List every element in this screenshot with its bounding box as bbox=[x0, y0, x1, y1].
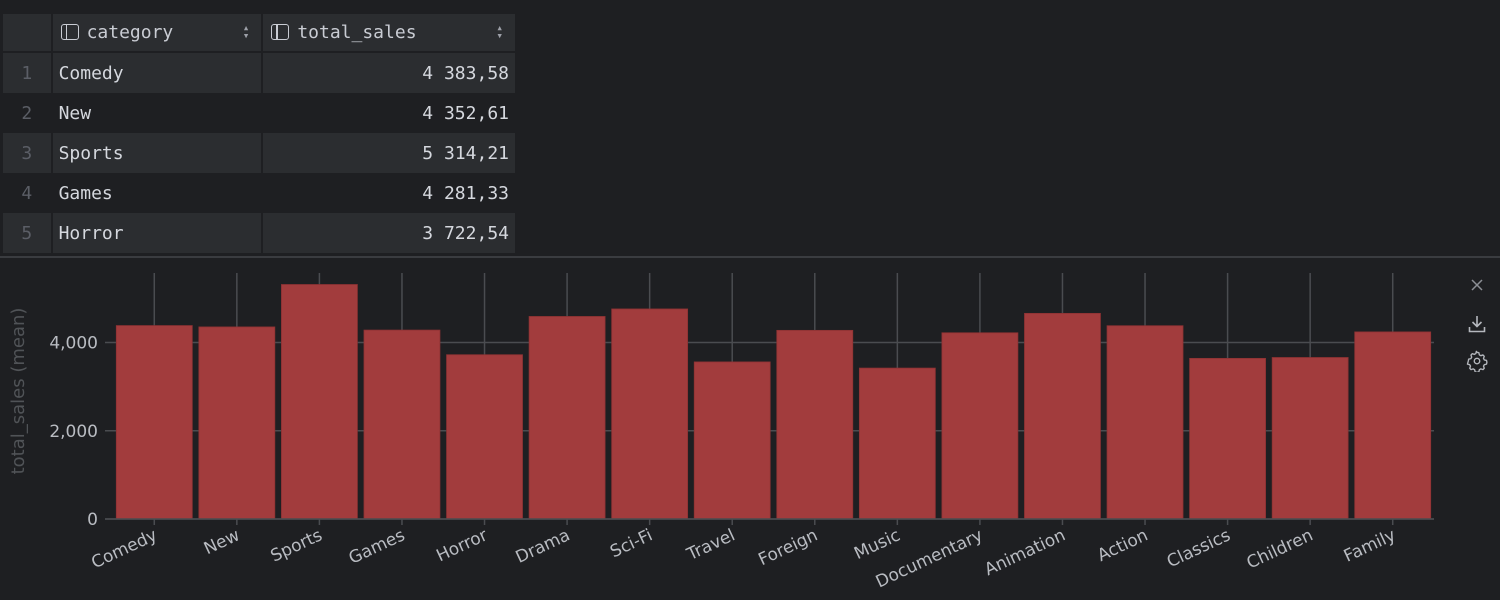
bar-comedy bbox=[115, 325, 193, 520]
column-header-category[interactable]: category ▴ ▾ bbox=[51, 14, 264, 53]
total-sales-cell[interactable]: 4 281,33 bbox=[262, 173, 517, 213]
category-cell[interactable]: Games bbox=[51, 173, 264, 213]
row-number-header bbox=[3, 14, 53, 53]
x-tick-label: Sci-Fi bbox=[607, 525, 656, 562]
column-icon bbox=[271, 24, 290, 40]
bar-music bbox=[858, 367, 936, 520]
column-icon bbox=[60, 24, 79, 40]
table-row[interactable]: 1 Comedy 4 383,58 bbox=[3, 52, 517, 93]
x-tick-label: Comedy bbox=[88, 525, 160, 573]
column-header-label: total_sales bbox=[297, 22, 417, 43]
table-row[interactable]: 3 Sports 5 314,21 bbox=[3, 133, 517, 173]
gear-icon[interactable] bbox=[1462, 346, 1492, 382]
category-cell[interactable]: Horror bbox=[51, 213, 264, 253]
x-tick-label: Foreign bbox=[755, 525, 820, 570]
bar-foreign bbox=[776, 329, 854, 520]
bar-action bbox=[1106, 325, 1184, 520]
x-tick-label: Animation bbox=[982, 525, 1069, 580]
table-header-row: category ▴ ▾ total_sales ▴ ▾ bbox=[3, 14, 517, 53]
table-row[interactable]: 4 Games 4 281,33 bbox=[3, 173, 517, 213]
y-tick-label: 0 bbox=[87, 510, 98, 530]
x-tick-label: Sports bbox=[268, 525, 326, 566]
column-header-label: category bbox=[86, 22, 174, 43]
total-sales-cell[interactable]: 4 383,58 bbox=[262, 52, 517, 93]
result-table-container: category ▴ ▾ total_sales ▴ ▾ 1 Comedy 4 38… bbox=[3, 14, 517, 253]
x-tick-label: Family bbox=[1341, 525, 1399, 566]
table-row[interactable]: 2 New 4 352,61 bbox=[3, 93, 517, 133]
bar-horror bbox=[446, 354, 523, 520]
download-icon[interactable] bbox=[1462, 310, 1492, 346]
bar-sports bbox=[281, 284, 358, 520]
y-tick-label: 4,000 bbox=[49, 334, 98, 354]
x-tick-label: Horror bbox=[433, 525, 490, 566]
row-number: 4 bbox=[3, 173, 53, 213]
bar-classics bbox=[1189, 357, 1266, 520]
total-sales-cell[interactable]: 5 314,21 bbox=[262, 133, 517, 173]
row-number: 3 bbox=[3, 133, 53, 173]
x-tick-label: Travel bbox=[683, 525, 738, 565]
category-cell[interactable]: Sports bbox=[51, 133, 264, 173]
x-tick-label: Games bbox=[346, 525, 408, 568]
chart-toolbar bbox=[1462, 274, 1492, 382]
x-tick-label: New bbox=[201, 525, 243, 559]
bar-animation bbox=[1024, 312, 1101, 520]
row-number: 2 bbox=[3, 93, 53, 133]
bar-drama bbox=[528, 316, 606, 520]
row-number: 5 bbox=[3, 213, 53, 253]
bar-new bbox=[198, 326, 276, 520]
sort-icon[interactable]: ▴ ▾ bbox=[243, 22, 250, 41]
x-tick-label: Classics bbox=[1164, 525, 1234, 572]
total-sales-cell[interactable]: 3 722,54 bbox=[262, 213, 517, 253]
table-row[interactable]: 5 Horror 3 722,54 bbox=[3, 213, 517, 253]
y-tick-label: 2,000 bbox=[49, 422, 98, 442]
bar-sci-fi bbox=[611, 308, 689, 520]
x-tick-label: Children bbox=[1244, 525, 1317, 573]
bar-children bbox=[1271, 357, 1349, 520]
y-axis-label: total_sales (mean) bbox=[8, 308, 29, 475]
bar-chart: 0 2,000 4,000 Comedy New Sports Games Horror Dra… bbox=[8, 273, 1434, 592]
sort-icon[interactable]: ▴ ▾ bbox=[496, 22, 503, 41]
x-tick-label: Music bbox=[851, 525, 903, 564]
x-tick-label: Drama bbox=[513, 525, 574, 567]
bar-documentary bbox=[941, 332, 1019, 520]
close-icon[interactable] bbox=[1462, 274, 1492, 310]
x-tick-label: Action bbox=[1094, 525, 1151, 566]
column-header-total-sales[interactable]: total_sales ▴ ▾ bbox=[262, 14, 517, 53]
total-sales-cell[interactable]: 4 352,61 bbox=[262, 93, 517, 133]
row-number: 1 bbox=[3, 52, 53, 93]
category-cell[interactable]: Comedy bbox=[51, 52, 264, 93]
bar-family bbox=[1354, 331, 1432, 520]
result-table: category ▴ ▾ total_sales ▴ ▾ 1 Comedy 4 38… bbox=[3, 14, 517, 253]
bar-games bbox=[363, 329, 441, 520]
category-cell[interactable]: New bbox=[51, 93, 264, 133]
bar-travel bbox=[693, 361, 771, 520]
